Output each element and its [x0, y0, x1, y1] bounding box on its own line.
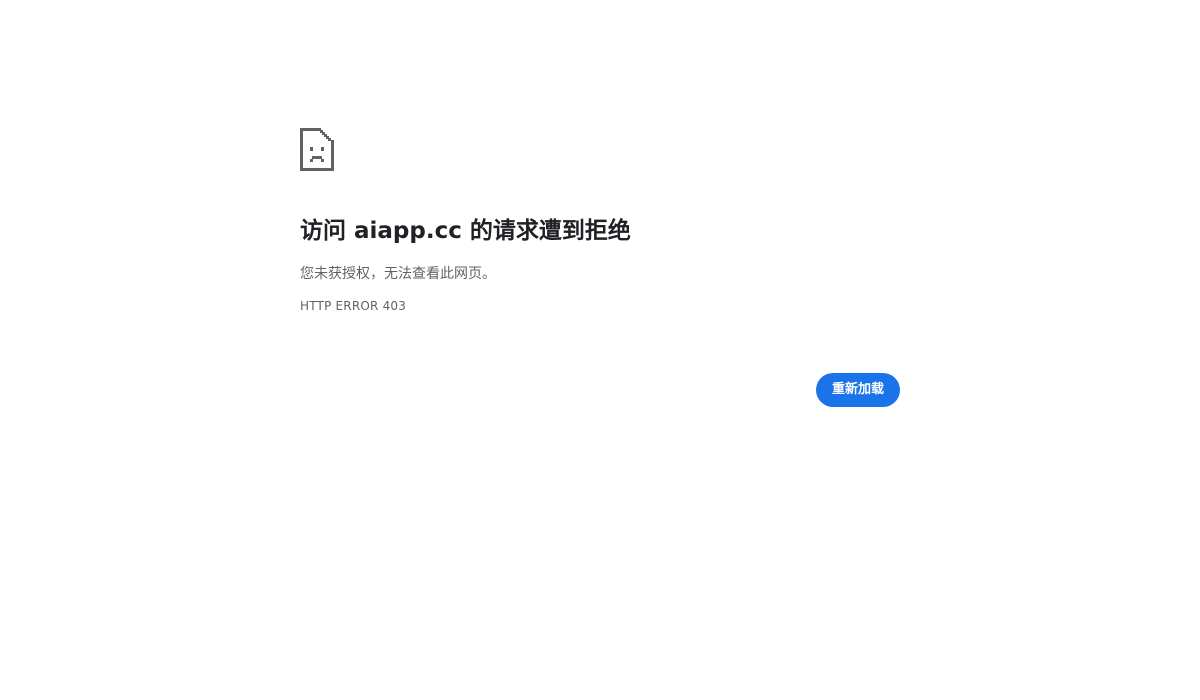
reload-button[interactable]: 重新加载 — [816, 373, 900, 407]
error-message: 您未获授权，无法查看此网页。 — [300, 266, 496, 282]
sad-document-icon — [300, 128, 334, 171]
error-content: 访问 aiapp.cc 的请求遭到拒绝 您未获授权，无法查看此网页。 HTTP … — [300, 128, 900, 314]
error-code: HTTP ERROR 403 — [300, 299, 407, 313]
page-title: 访问 aiapp.cc 的请求遭到拒绝 — [300, 218, 631, 244]
